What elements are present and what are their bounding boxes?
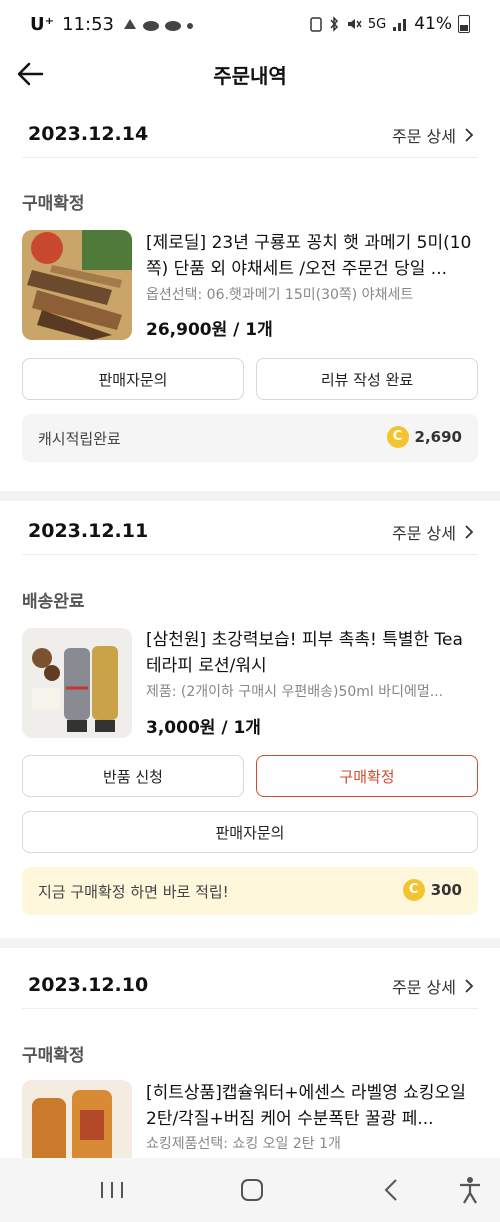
mute-icon [347,19,362,29]
system-nav-bar [0,1158,500,1222]
home-button[interactable] [232,1174,272,1206]
product-option: 쇼킹제품선택: 쇼킹 오일 2탄 1개 [146,1136,341,1152]
accessibility-icon [460,1177,480,1204]
cash-info-text: 캐시적립완료 [38,430,121,448]
order-date: 2023.12.10 [28,974,149,996]
product-option: 제품: (2개이하 구매시 우편배송)50ml 바디에멀... [146,684,444,700]
coin-icon: C [386,426,409,448]
cash-info-bar: 캐시적립완료 C 2,690 [22,414,478,462]
notification-icon [143,20,159,31]
order-detail-label: 주문 상세 [392,978,456,997]
home-icon [241,1179,263,1201]
battery-saver-icon [310,17,322,32]
battery-icon [458,15,470,33]
recent-apps-icon [101,1182,123,1198]
seller-inquiry-button[interactable]: 판매자문의 [22,811,478,853]
order-header: 2023.12.11 주문 상세 [22,510,478,555]
status-bar: U⁺ 11:53 5G 41% [0,0,500,52]
coin-amount: 2,690 [414,428,462,446]
return-request-button[interactable]: 반품 신청 [22,755,244,797]
accessibility-button[interactable] [452,1174,488,1206]
chevron-right-icon [465,979,474,993]
product-price: 3,000원 / 1개 [146,718,261,738]
product-thumbnail[interactable] [22,628,132,738]
bluetooth-icon [330,16,338,32]
battery-percent: 41% [414,14,452,34]
notification-icon [124,18,136,29]
order-date: 2023.12.14 [28,123,149,145]
notification-icon [165,20,181,31]
nav-back-button[interactable] [372,1174,412,1206]
order-status: 배송완료 [22,592,85,612]
order-header: 2023.12.14 주문 상세 [22,113,478,158]
order-date: 2023.12.11 [28,520,149,542]
product-thumbnail[interactable] [22,230,132,340]
order-detail-label: 주문 상세 [392,524,456,543]
seller-inquiry-button[interactable]: 판매자문의 [22,358,244,400]
recent-apps-button[interactable] [92,1174,132,1206]
order-card: 2023.12.14 주문 상세 구매확정 [제로딜] 23년 구룡포 꽁치 햇… [0,113,500,491]
chevron-right-icon [465,128,474,142]
order-card: 2023.12.10 주문 상세 구매확정 [히트상품]캡슐워터+에센스 라벨영… [0,964,500,1158]
product-title[interactable]: [삼천원] 초강력보습! 피부 촉촉! 특별한 Tea 테라피 로션/워시 [146,627,478,679]
reward-info-text: 지금 구매확정 하면 바로 적립! [38,883,229,901]
order-detail-label: 주문 상세 [392,127,456,146]
order-status: 구매확정 [22,1046,85,1066]
order-card: 2023.12.11 주문 상세 배송완료 [삼천원] 초강력보습! 피부 촉촉… [0,510,500,938]
product-title[interactable]: [히트상품]캡슐워터+에센스 라벨영 쇼킹오일 2탄/각질+버짐 케어 수분폭탄… [146,1080,478,1132]
confirm-purchase-button[interactable]: 구매확정 [256,755,478,797]
order-status: 구매확정 [22,194,85,214]
reward-info-bar: 지금 구매확정 하면 바로 적립! C 300 [22,867,478,915]
order-header: 2023.12.10 주문 상세 [22,964,478,1009]
review-complete-button[interactable]: 리뷰 작성 완료 [256,358,478,400]
section-divider [0,938,500,948]
order-detail-link[interactable]: 주문 상세 [392,520,474,544]
dot-icon [187,22,193,29]
coin-amount: 300 [430,881,462,899]
order-detail-link[interactable]: 주문 상세 [392,974,474,998]
network-label: 5G [367,16,387,32]
carrier-label: U⁺ [30,14,55,35]
signal-icon [393,19,407,31]
product-option: 옵션선택: 06.햇과메기 15미(30쪽) 야채세트 [146,287,414,303]
product-thumbnail[interactable] [22,1080,132,1158]
section-divider [0,491,500,501]
back-icon [384,1179,397,1201]
product-title[interactable]: [제로딜] 23년 구룡포 꽁치 햇 과메기 5미(10쪽) 단품 외 야채세트… [146,230,478,282]
chevron-right-icon [465,525,474,539]
notification-icons [122,17,194,33]
header: 주문내역 [0,52,500,96]
page-title: 주문내역 [213,64,287,88]
order-detail-link[interactable]: 주문 상세 [392,123,474,147]
clock: 11:53 [62,14,114,35]
product-price: 26,900원 / 1개 [146,320,273,340]
coin-icon: C [402,879,425,901]
